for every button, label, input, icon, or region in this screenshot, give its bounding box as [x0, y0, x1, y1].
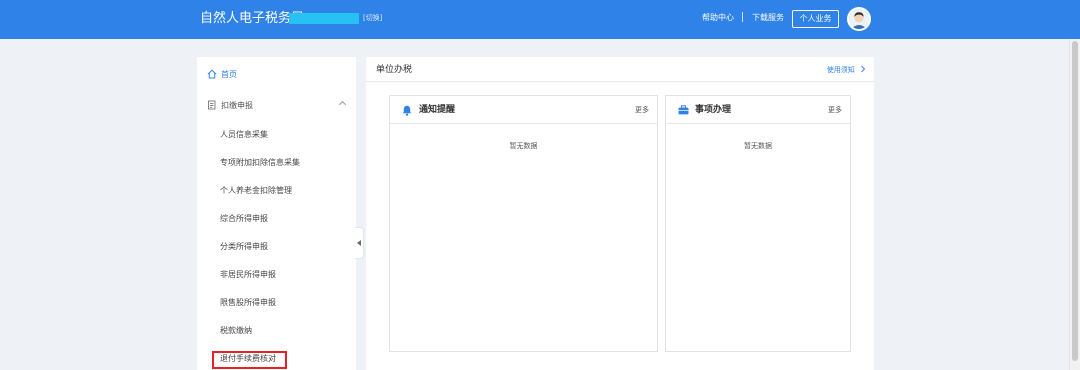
divider	[366, 81, 874, 82]
notification-card: 通知提醒 更多 暂无数据	[389, 95, 658, 352]
home-icon	[207, 69, 217, 79]
download-service-link[interactable]: 下载服务	[752, 12, 784, 24]
sidebar-item-nonresident-income[interactable]: 非居民所得申报	[220, 269, 276, 281]
usage-notice-label: 使用须知	[826, 66, 855, 74]
sidebar-item-personnel-info[interactable]: 人员信息采集	[220, 129, 268, 141]
header-divider	[742, 12, 743, 22]
page-title: 单位办税	[376, 65, 413, 75]
empty-state: 暂无数据	[509, 142, 538, 150]
sidebar-item-label: 首页	[221, 69, 237, 79]
sidebar-collapse-handle[interactable]	[355, 227, 364, 259]
more-link[interactable]: 更多	[828, 105, 842, 115]
empty-state: 暂无数据	[744, 142, 772, 150]
sidebar-item-restricted-stock[interactable]: 限售股所得申报	[220, 297, 276, 309]
sidebar-group-withholding[interactable]: 扣缴申报	[207, 98, 347, 112]
org-name-redacted	[289, 13, 359, 24]
usage-notice-link[interactable]: 使用须知	[827, 65, 866, 75]
sidebar-item-special-deduction[interactable]: 专项附加扣除信息采集	[220, 157, 300, 169]
highlight-box	[212, 351, 287, 369]
chevron-right-icon	[861, 65, 866, 73]
card-title: 通知提醒	[419, 105, 456, 115]
briefcase-icon	[678, 105, 689, 115]
scrollbar-thumb[interactable]	[1072, 41, 1078, 361]
card-header: 事项办理 更多	[666, 96, 850, 124]
sidebar-item-tax-payment[interactable]: 税款缴纳	[220, 325, 252, 337]
matter-handling-card: 事项办理 更多 暂无数据	[665, 95, 851, 352]
report-icon	[208, 100, 216, 110]
top-bar: 自然人电子税务局 [切换] 帮助中心 下载服务 个人业务	[0, 0, 1080, 39]
personal-business-button[interactable]: 个人业务	[792, 10, 839, 28]
sidebar-item-comprehensive-income[interactable]: 综合所得申报	[220, 213, 268, 225]
more-link[interactable]: 更多	[635, 105, 649, 115]
sidebar-item-pension-deduction[interactable]: 个人养老金扣除管理	[220, 185, 292, 197]
card-title: 事项办理	[695, 105, 732, 115]
sidebar: 首页 扣缴申报 人员信息采集 专项附加扣除信息采集 个人养老金扣除管理 综合所得…	[197, 57, 356, 370]
bell-icon	[402, 105, 412, 116]
help-center-link[interactable]: 帮助中心	[702, 12, 734, 24]
sidebar-item-label: 扣缴申报	[221, 100, 253, 110]
sidebar-item-classified-income[interactable]: 分类所得申报	[220, 241, 268, 253]
switch-link[interactable]: [切换]	[363, 12, 382, 24]
user-avatar-icon	[849, 9, 869, 29]
avatar[interactable]	[847, 7, 871, 31]
chevron-up-icon[interactable]	[338, 100, 347, 109]
collapse-arrow-icon	[357, 240, 361, 246]
page-scrollbar[interactable]	[1069, 39, 1080, 370]
main-panel: 单位办税 使用须知 通知提醒 更多 暂无数据 事项办理 更多 暂无数据	[366, 57, 874, 370]
card-header: 通知提醒 更多	[390, 96, 657, 124]
sidebar-item-home[interactable]: 首页	[207, 67, 237, 81]
